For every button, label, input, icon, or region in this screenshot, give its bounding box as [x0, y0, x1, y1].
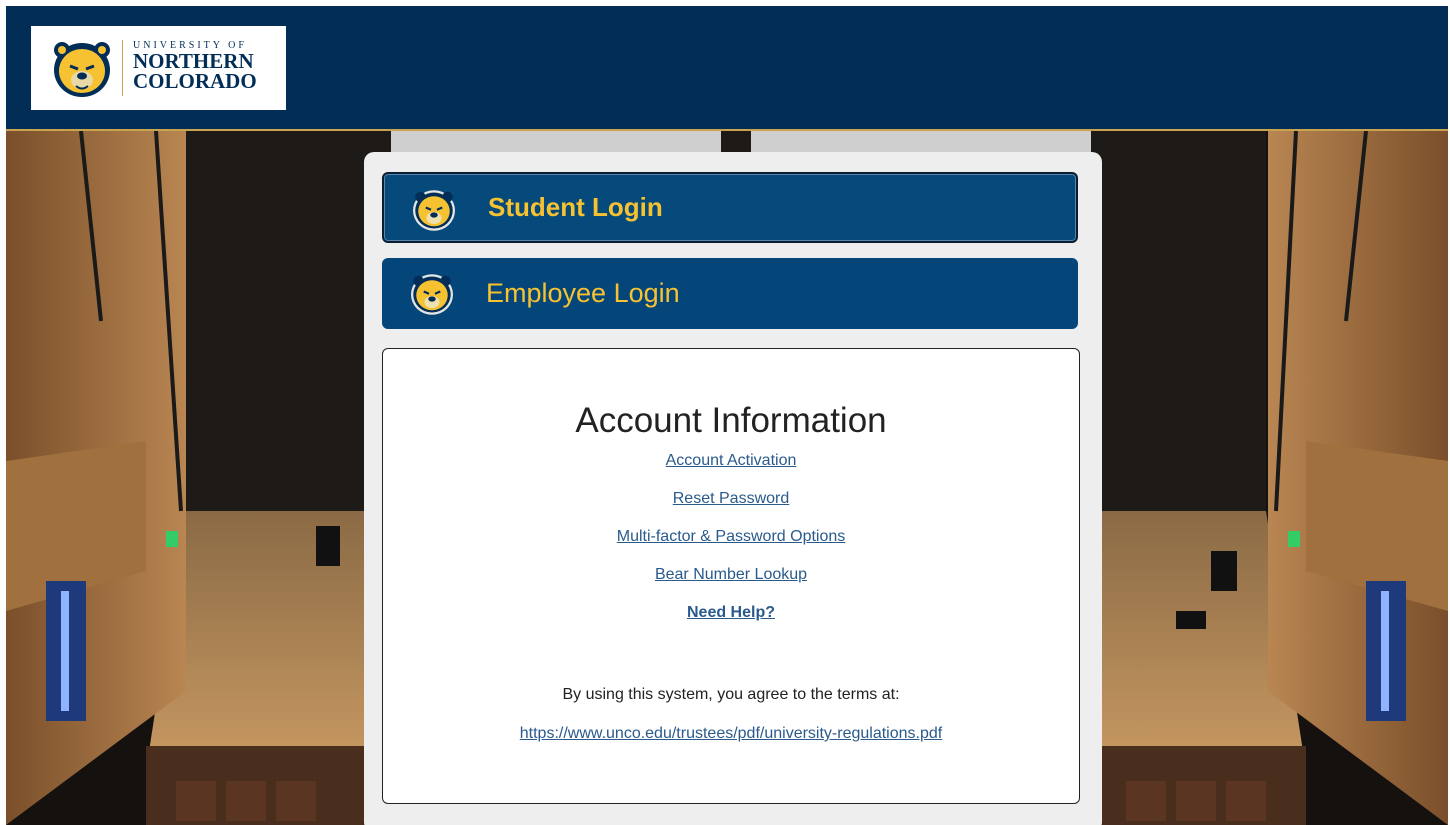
- mfa-password-options-link[interactable]: Multi-factor & Password Options: [617, 528, 846, 546]
- student-login-label: Student Login: [488, 192, 663, 222]
- bear-logo-icon: [413, 190, 455, 231]
- terms-notice: By using this system, you agree to the t…: [562, 686, 900, 703]
- reset-password-link[interactable]: Reset Password: [673, 490, 790, 508]
- logo-line-colorado: COLORADO: [133, 69, 257, 93]
- account-information-box: Account Information Account Activation R…: [382, 348, 1080, 804]
- logo-divider: [122, 40, 123, 96]
- page-frame: UNIVERSITY OF NORTHERN COLORADO Student …: [6, 6, 1448, 825]
- need-help-link[interactable]: Need Help?: [687, 604, 775, 622]
- employee-login-button[interactable]: Employee Login: [382, 258, 1078, 329]
- university-regulations-link[interactable]: https://www.unco.edu/trustees/pdf/univer…: [520, 725, 942, 743]
- account-information-title: Account Information: [575, 401, 887, 440]
- logo-wordmark: UNIVERSITY OF NORTHERN COLORADO: [133, 40, 257, 93]
- login-panel: Student Login Employee Login Account Inf…: [364, 152, 1102, 825]
- university-logo[interactable]: UNIVERSITY OF NORTHERN COLORADO: [31, 26, 286, 110]
- bear-logo-icon: [411, 274, 453, 315]
- bear-logo-icon: [54, 42, 110, 97]
- logo-line-northern: NORTHERN: [133, 49, 254, 73]
- employee-login-label: Employee Login: [486, 278, 680, 308]
- student-login-button[interactable]: Student Login: [382, 172, 1078, 243]
- account-activation-link[interactable]: Account Activation: [666, 452, 797, 470]
- bear-number-lookup-link[interactable]: Bear Number Lookup: [655, 566, 807, 584]
- site-header: UNIVERSITY OF NORTHERN COLORADO: [6, 6, 1448, 131]
